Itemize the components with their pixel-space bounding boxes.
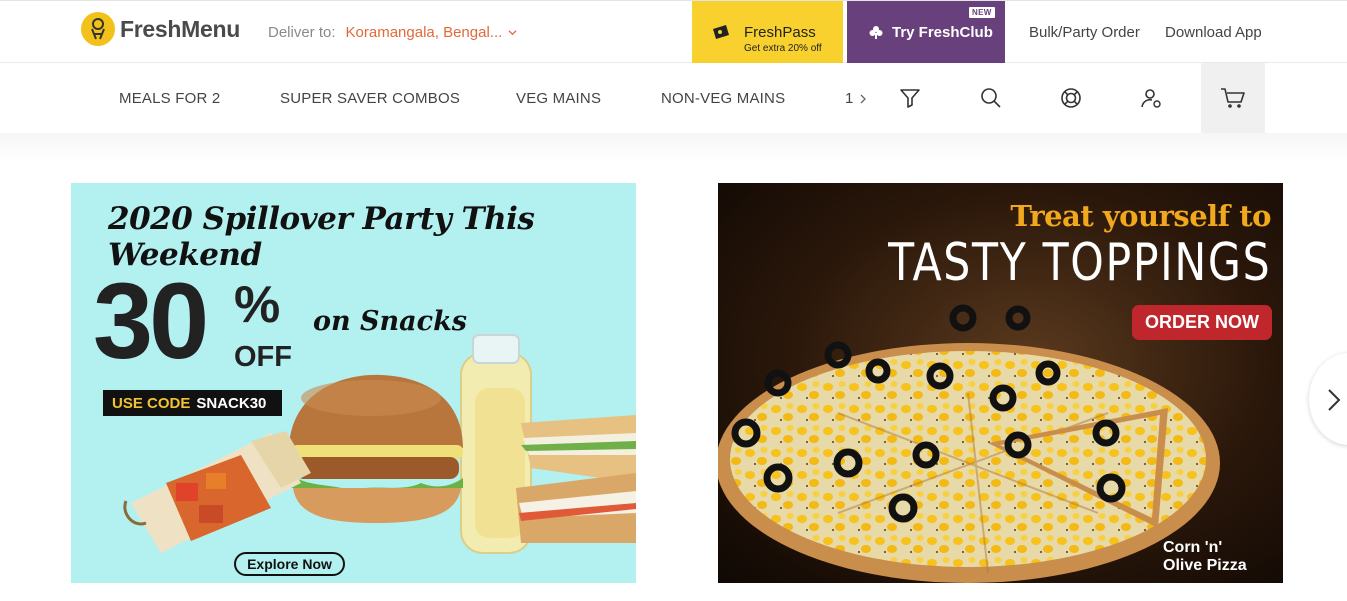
dish-caption-line-2: Olive Pizza xyxy=(1163,557,1247,574)
freshpass-button[interactable]: FreshPass Get extra 20% off xyxy=(692,1,843,63)
carousel-next-button[interactable] xyxy=(1309,353,1347,445)
dish-caption-line-1: Corn 'n' xyxy=(1163,539,1223,556)
freshclub-title: Try FreshClub xyxy=(892,24,993,41)
chevron-right-icon xyxy=(860,94,867,103)
delivery-location-selector[interactable]: Deliver to: Koramangala, Bengal... xyxy=(268,24,517,41)
banner-tagline: on Snacks xyxy=(313,306,468,337)
cart-icon xyxy=(1221,88,1245,108)
nav-item-non-veg-mains[interactable]: NON-VEG MAINS xyxy=(661,90,785,107)
new-badge: NEW xyxy=(969,7,995,18)
chevron-right-icon xyxy=(1328,389,1341,411)
freshpass-title: FreshPass xyxy=(744,24,816,41)
order-now-button[interactable]: ORDER NOW xyxy=(1132,305,1272,340)
nav-more-button[interactable]: 1 xyxy=(845,90,867,107)
help-icon[interactable] xyxy=(1059,86,1083,110)
banner-headline: Treat yourself to xyxy=(1010,199,1271,233)
cart-button[interactable] xyxy=(1201,63,1265,133)
top-header: FreshMenu Deliver to: Koramangala, Benga… xyxy=(0,0,1347,63)
chef-hat-icon xyxy=(81,12,115,46)
delivery-location: Koramangala, Bengal... xyxy=(345,24,503,41)
promo-code-value: SNACK30 xyxy=(196,394,267,412)
discount-number: 30 xyxy=(93,260,209,381)
promo-code-label: USE CODE xyxy=(112,394,191,412)
explore-now-button[interactable]: Explore Now xyxy=(234,552,345,576)
category-nav: MEALS FOR 2 SUPER SAVER COMBOS VEG MAINS… xyxy=(0,63,1347,133)
freshmenu-logo[interactable]: FreshMenu xyxy=(81,12,240,46)
pizza-offer-banner[interactable]: Treat yourself to TASTY TOPPINGS ORDER N… xyxy=(718,183,1283,583)
nav-item-meals-for-2[interactable]: MEALS FOR 2 xyxy=(119,90,220,107)
download-app-link[interactable]: Download App xyxy=(1165,24,1262,41)
discount-percent: % xyxy=(234,276,281,334)
brand-name: FreshMenu xyxy=(120,15,240,42)
promo-code: USE CODE SNACK30 xyxy=(103,390,282,416)
dish-caption: Corn 'n' Olive Pizza xyxy=(1163,539,1247,575)
ticket-icon xyxy=(713,25,729,39)
nav-item-super-saver-combos[interactable]: SUPER SAVER COMBOS xyxy=(280,90,460,107)
deliver-label: Deliver to: xyxy=(268,24,336,41)
nav-item-veg-mains[interactable]: VEG MAINS xyxy=(516,90,601,107)
freshclub-button[interactable]: Try FreshClub NEW xyxy=(847,1,1005,63)
user-icon[interactable] xyxy=(1139,86,1163,110)
nav-more-label: 1 xyxy=(845,90,854,107)
discount-off: OFF xyxy=(234,341,292,373)
bulk-party-order-link[interactable]: Bulk/Party Order xyxy=(1029,24,1140,41)
filter-icon[interactable] xyxy=(898,86,922,110)
page-divider xyxy=(0,133,1347,163)
chevron-down-icon xyxy=(508,30,517,36)
snacks-offer-banner[interactable]: 2020 Spillover Party This Weekend 30 % O… xyxy=(71,183,636,583)
banner-subheadline: TASTY TOPPINGS xyxy=(887,233,1271,293)
freshpass-subtitle: Get extra 20% off xyxy=(744,43,822,54)
club-icon xyxy=(869,26,883,39)
search-icon[interactable] xyxy=(979,86,1003,110)
